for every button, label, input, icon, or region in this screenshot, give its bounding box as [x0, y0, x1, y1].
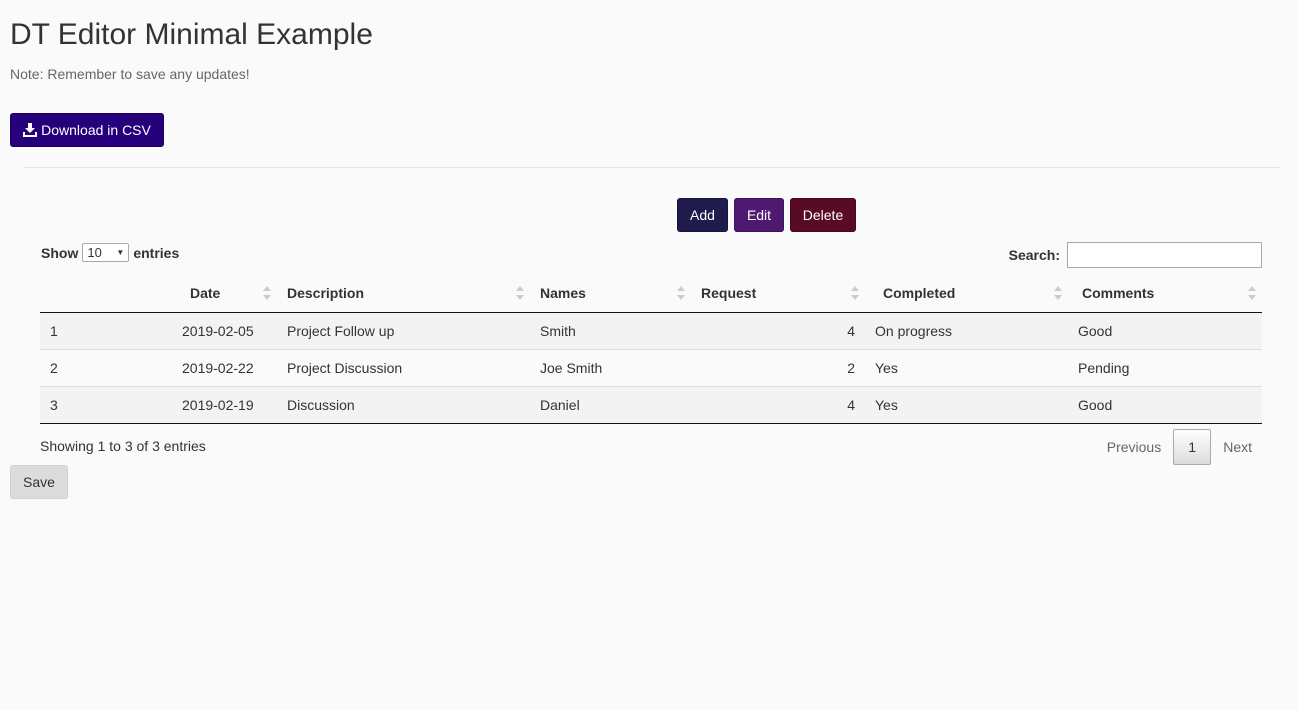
cell-completed[interactable]: Yes [865, 385, 1068, 424]
column-header-completed[interactable]: Completed [865, 275, 1068, 313]
cell-description[interactable]: Project Discussion [277, 348, 530, 386]
cell-completed[interactable]: Yes [865, 348, 1068, 386]
cell-date[interactable]: 2019-02-19 [106, 385, 277, 424]
next-page-button[interactable]: Next [1213, 429, 1262, 465]
table-row[interactable]: 2 2019-02-22 Project Discussion Joe Smit… [40, 348, 1262, 386]
table-row[interactable]: 1 2019-02-05 Project Follow up Smith 4 O… [40, 312, 1262, 349]
cell-index[interactable]: 2 [40, 348, 106, 386]
search-control: Search: [1009, 242, 1262, 268]
sort-icon [851, 286, 859, 301]
download-icon [23, 123, 38, 137]
download-csv-label: Download in CSV [41, 122, 151, 138]
sort-icon [263, 286, 271, 301]
edit-button[interactable]: Edit [734, 198, 784, 232]
page-title: DT Editor Minimal Example [10, 18, 373, 51]
header-row: Date Description Names Request Completed… [40, 275, 1262, 313]
column-header-date[interactable]: Date [106, 275, 277, 313]
cell-index[interactable]: 1 [40, 312, 106, 349]
column-header-index[interactable] [40, 275, 106, 313]
sort-icon [1054, 286, 1062, 301]
editor-buttons: Add Edit Delete [677, 198, 856, 232]
pagination: Previous 1 Next [1097, 429, 1262, 465]
cell-index[interactable]: 3 [40, 385, 106, 424]
cell-comments[interactable]: Good [1068, 385, 1262, 424]
cell-completed[interactable]: On progress [865, 312, 1068, 349]
length-select[interactable]: 10 ▼ [82, 243, 130, 262]
table-row[interactable]: 3 2019-02-19 Discussion Daniel 4 Yes Goo… [40, 385, 1262, 424]
cell-names[interactable]: Daniel [530, 385, 691, 424]
search-label: Search: [1008, 247, 1060, 263]
column-header-names[interactable]: Names [530, 275, 691, 313]
search-input[interactable] [1067, 242, 1262, 268]
page-1-button[interactable]: 1 [1173, 429, 1212, 465]
cell-names[interactable]: Joe Smith [530, 348, 691, 386]
sort-icon [677, 286, 685, 301]
cell-request[interactable]: 4 [691, 312, 865, 349]
column-header-description[interactable]: Description [277, 275, 530, 313]
sort-icon [516, 286, 524, 301]
cell-request[interactable]: 2 [691, 348, 865, 386]
cell-date[interactable]: 2019-02-05 [106, 312, 277, 349]
chevron-down-icon: ▼ [116, 248, 125, 257]
cell-request[interactable]: 4 [691, 385, 865, 424]
length-control: Show 10 ▼ entries [41, 243, 179, 262]
save-button[interactable]: Save [10, 465, 68, 499]
data-table: Date Description Names Request Completed… [40, 275, 1262, 424]
delete-button[interactable]: Delete [790, 198, 856, 232]
cell-comments[interactable]: Good [1068, 312, 1262, 349]
download-csv-button[interactable]: Download in CSV [10, 113, 164, 147]
divider [24, 167, 1280, 168]
add-button[interactable]: Add [677, 198, 728, 232]
save-note: Note: Remember to save any updates! [10, 66, 250, 82]
sort-icon [1248, 286, 1256, 301]
length-value: 10 [87, 245, 102, 260]
cell-names[interactable]: Smith [530, 312, 691, 349]
cell-comments[interactable]: Pending [1068, 348, 1262, 386]
length-prefix: Show [41, 244, 79, 261]
cell-description[interactable]: Discussion [277, 385, 530, 424]
previous-page-button[interactable]: Previous [1097, 429, 1171, 465]
column-header-request[interactable]: Request [691, 275, 865, 313]
length-suffix: entries [133, 244, 180, 261]
cell-description[interactable]: Project Follow up [277, 312, 530, 349]
column-header-comments[interactable]: Comments [1068, 275, 1262, 313]
table-info: Showing 1 to 3 of 3 entries [40, 438, 206, 454]
cell-date[interactable]: 2019-02-22 [106, 348, 277, 386]
